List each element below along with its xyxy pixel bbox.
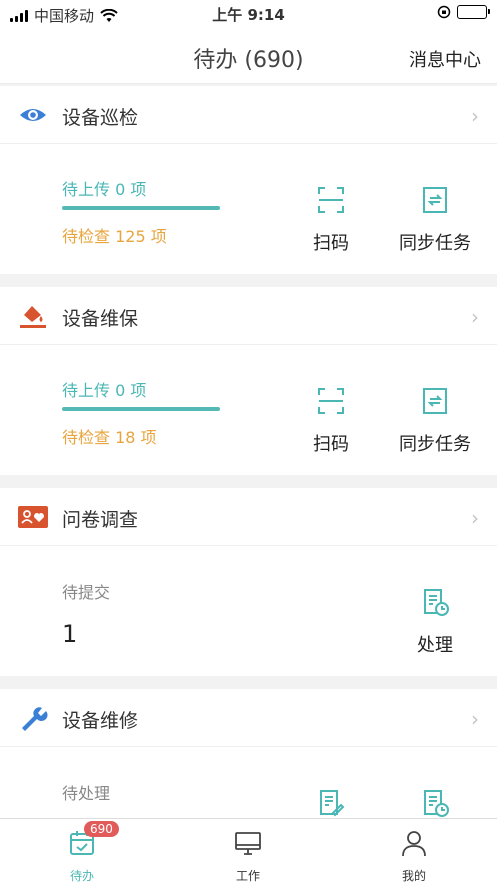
inspection-title: 设备巡检: [62, 107, 139, 129]
survey-icon: [18, 506, 48, 528]
survey-card-header[interactable]: 问卷调查 ›: [0, 488, 497, 546]
clipboard-clock-icon: [424, 589, 449, 616]
repair-card-header[interactable]: 设备维修 ›: [0, 689, 497, 747]
battery-icon: [457, 5, 490, 19]
todo-badge: 690: [84, 821, 119, 837]
chevron-right-icon: ›: [471, 104, 479, 128]
inspection-pending-check: 待检查 125 项: [62, 227, 167, 246]
maintenance-pending-upload: 待上传 0 项: [62, 381, 147, 400]
repair-title: 设备维修: [62, 710, 139, 732]
inspection-sync-button[interactable]: 同步任务: [390, 185, 480, 255]
maintenance-scan-button[interactable]: 扫码: [286, 386, 376, 456]
maintenance-card: 设备维保 › 待上传 0 项 待检查 18 项 扫码 同步任务: [0, 287, 497, 475]
chevron-right-icon: ›: [471, 305, 479, 329]
edit-form-icon: [320, 790, 345, 817]
scan-icon: [318, 187, 344, 213]
chevron-right-icon: ›: [471, 707, 479, 731]
sync-label: 同步任务: [399, 434, 471, 455]
scan-label: 扫码: [313, 434, 349, 455]
message-center-button[interactable]: 消息中心: [409, 46, 481, 72]
orientation-lock-icon: [437, 5, 451, 19]
tab-mine-label: 我的: [401, 869, 426, 883]
inspection-progress-fill: [62, 206, 220, 210]
sync-label: 同步任务: [399, 233, 471, 254]
repair-card: 设备维修 › 待处理: [0, 689, 497, 818]
sync-icon: [423, 388, 447, 414]
survey-process-button[interactable]: 处理: [390, 587, 480, 657]
maintenance-sync-button[interactable]: 同步任务: [390, 386, 480, 456]
chevron-right-icon: ›: [471, 506, 479, 530]
sync-icon: [423, 187, 447, 213]
survey-card: 问卷调查 › 待提交 1 处理: [0, 488, 497, 676]
repair-pending-label: 待处理: [62, 784, 111, 803]
monitor-icon: [235, 832, 261, 855]
status-time: 上午 9:14: [212, 6, 285, 24]
status-bar-right: [437, 5, 490, 19]
maintenance-progress-fill: [62, 407, 220, 411]
user-icon: [402, 831, 426, 857]
nav-bar: 待办 (690) 消息中心: [0, 28, 497, 84]
tab-todo[interactable]: 690 待办: [42, 821, 122, 883]
inspection-upload-progress: [62, 206, 220, 210]
survey-title: 问卷调查: [62, 509, 139, 531]
tab-bar: 690 待办 工作 我的: [0, 818, 497, 883]
survey-pending-submit-label: 待提交: [62, 583, 111, 602]
tab-todo-label: 待办: [69, 869, 94, 883]
maintenance-title: 设备维保: [62, 308, 139, 330]
inspection-pending-upload: 待上传 0 项: [62, 180, 147, 199]
maintenance-card-header[interactable]: 设备维保 ›: [0, 287, 497, 345]
paint-bucket-icon: [20, 306, 46, 328]
clipboard-clock-icon: [424, 790, 449, 817]
eye-icon: [20, 109, 46, 121]
inspection-card: 设备巡检 › 待上传 0 项 待检查 125 项 扫码 同步任务: [0, 86, 497, 274]
wrench-icon: [22, 707, 48, 731]
process-label: 处理: [417, 635, 453, 656]
status-bar: 中国移动 上午 9:14: [0, 0, 497, 28]
scan-icon: [318, 388, 344, 414]
scan-label: 扫码: [313, 233, 349, 254]
maintenance-pending-check: 待检查 18 项: [62, 428, 157, 447]
tab-work-label: 工作: [235, 869, 260, 883]
inspection-card-header[interactable]: 设备巡检 ›: [0, 86, 497, 144]
repair-process-button[interactable]: [390, 788, 480, 822]
tab-mine[interactable]: 我的: [374, 829, 454, 883]
survey-pending-submit-count: 1: [62, 620, 78, 648]
tab-work[interactable]: 工作: [208, 829, 288, 883]
maintenance-upload-progress: [62, 407, 220, 411]
repair-edit-button[interactable]: [286, 788, 376, 822]
inspection-scan-button[interactable]: 扫码: [286, 185, 376, 255]
